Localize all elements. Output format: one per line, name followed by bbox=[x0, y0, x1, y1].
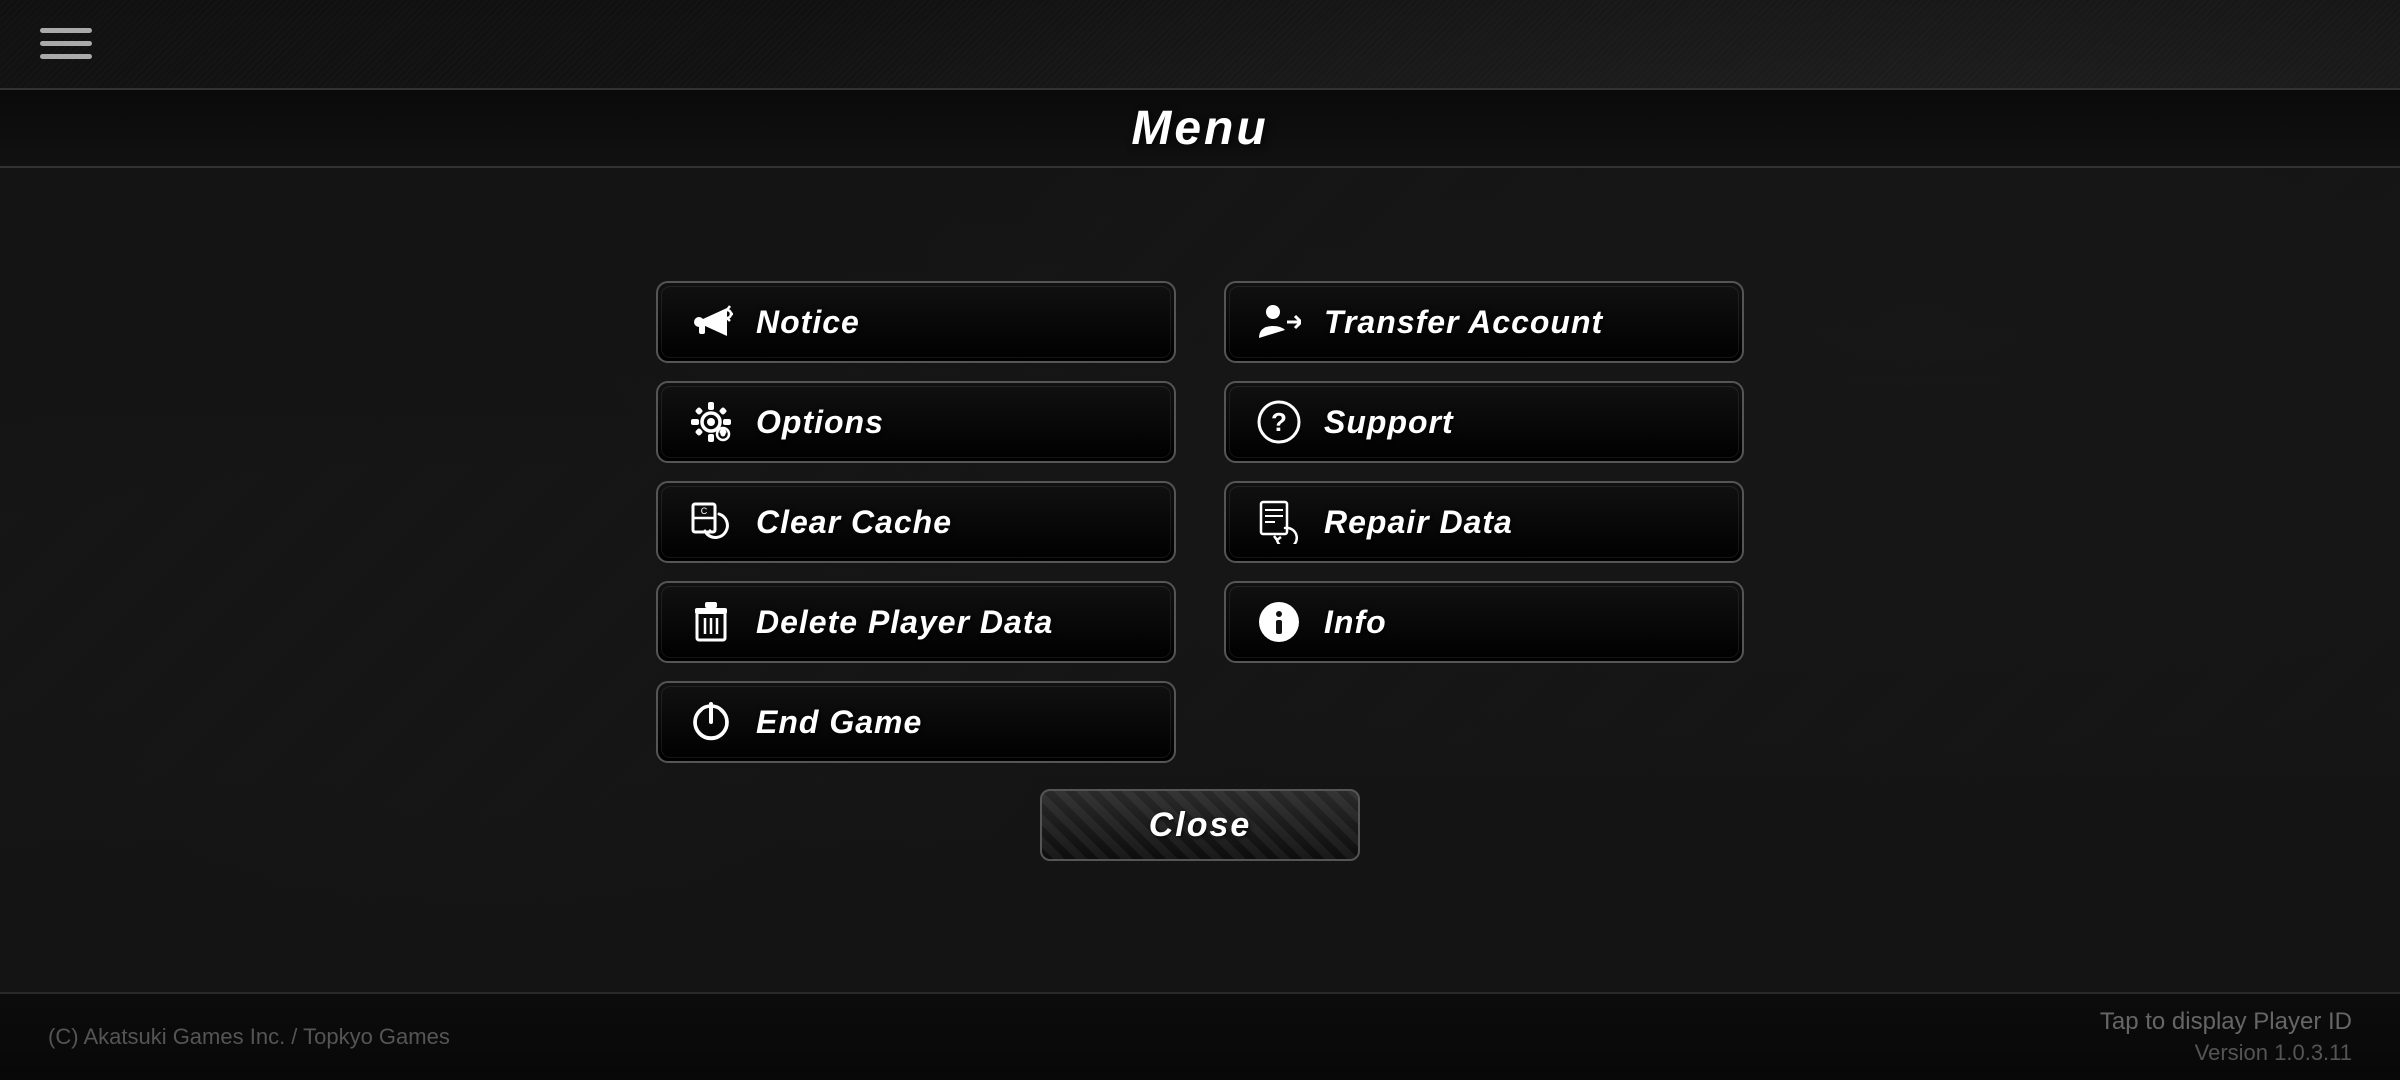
hamburger-line-2 bbox=[40, 41, 92, 46]
notice-label: Notice bbox=[756, 304, 860, 341]
hamburger-menu[interactable] bbox=[40, 28, 92, 59]
notice-button[interactable]: Notice bbox=[656, 281, 1176, 363]
end-game-button[interactable]: End Game bbox=[656, 681, 1176, 763]
footer: (C) Akatsuki Games Inc. / Topkyo Games T… bbox=[0, 992, 2400, 1080]
hamburger-line-3 bbox=[40, 54, 92, 59]
options-button[interactable]: Options bbox=[656, 381, 1176, 463]
options-icon bbox=[686, 397, 736, 447]
repair-icon bbox=[1254, 497, 1304, 547]
support-button[interactable]: ? Support bbox=[1224, 381, 1744, 463]
svg-text:?: ? bbox=[1271, 407, 1287, 437]
delete-icon bbox=[686, 597, 736, 647]
clear-cache-icon: C bbox=[686, 497, 736, 547]
clear-cache-label: Clear Cache bbox=[756, 504, 952, 541]
close-button-wrapper: Close bbox=[656, 789, 1744, 861]
info-icon bbox=[1254, 597, 1304, 647]
header-bar: Menu bbox=[0, 88, 2400, 168]
page-title: Menu bbox=[1131, 101, 1268, 156]
transfer-account-label: Transfer Account bbox=[1324, 304, 1603, 341]
clear-cache-button[interactable]: C Clear Cache bbox=[656, 481, 1176, 563]
end-game-label: End Game bbox=[756, 704, 922, 741]
main-content: Notice Transfer Account bbox=[0, 168, 2400, 992]
transfer-account-button[interactable]: Transfer Account bbox=[1224, 281, 1744, 363]
info-label: Info bbox=[1324, 604, 1387, 641]
info-button[interactable]: Info bbox=[1224, 581, 1744, 663]
player-id-text[interactable]: Tap to display Player ID bbox=[2100, 1008, 2352, 1036]
end-game-icon bbox=[686, 697, 736, 747]
transfer-icon bbox=[1254, 297, 1304, 347]
repair-data-button[interactable]: Repair Data bbox=[1224, 481, 1744, 563]
close-label: Close bbox=[1149, 806, 1252, 845]
buttons-grid: Notice Transfer Account bbox=[656, 281, 1744, 861]
copyright-text: (C) Akatsuki Games Inc. / Topkyo Games bbox=[48, 1024, 450, 1050]
repair-data-label: Repair Data bbox=[1324, 504, 1513, 541]
close-button[interactable]: Close bbox=[1040, 789, 1360, 861]
delete-player-data-label: Delete Player Data bbox=[756, 604, 1053, 641]
footer-right: Tap to display Player ID Version 1.0.3.1… bbox=[2100, 1008, 2352, 1066]
support-label: Support bbox=[1324, 404, 1454, 441]
version-text: Version 1.0.3.11 bbox=[2195, 1040, 2352, 1066]
support-icon: ? bbox=[1254, 397, 1304, 447]
svg-text:C: C bbox=[701, 506, 708, 516]
delete-player-data-button[interactable]: Delete Player Data bbox=[656, 581, 1176, 663]
notice-icon bbox=[686, 297, 736, 347]
hamburger-line-1 bbox=[40, 28, 92, 33]
options-label: Options bbox=[756, 404, 884, 441]
